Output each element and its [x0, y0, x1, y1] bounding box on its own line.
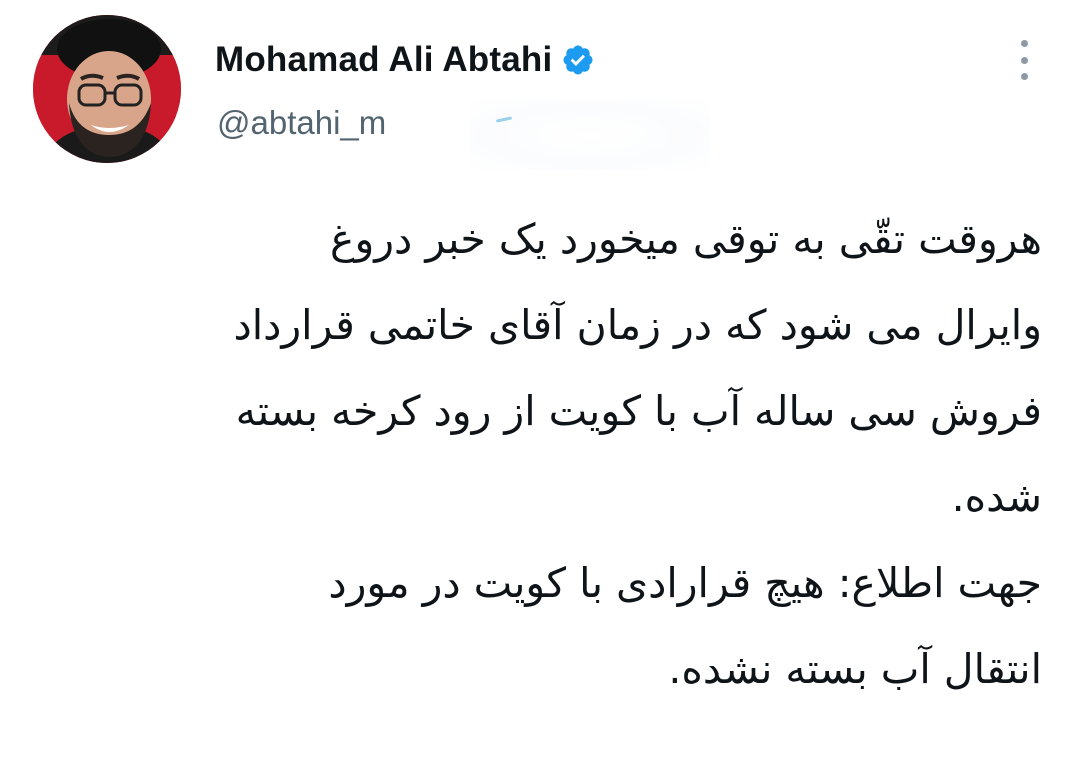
more-options-button[interactable] — [1012, 40, 1036, 80]
more-vertical-icon — [1020, 56, 1028, 64]
author-name-row: Mohamad Ali Abtahi — [215, 36, 595, 84]
tweet-text-line: فروش سی ساله آب با کویت از رود کرخه بسته — [235, 387, 1042, 435]
tweet-text-line: انتقال آب بسته نشده. — [668, 645, 1042, 693]
author-name[interactable]: Mohamad Ali Abtahi — [215, 40, 552, 80]
tweet-text: هروقت تقّی به توقی میخورد یک خبر دروغ وا… — [32, 196, 1042, 712]
author-handle[interactable]: @abtahi_m — [217, 104, 386, 142]
more-vertical-icon — [1020, 73, 1028, 80]
tweet-text-line: وایرال می شود که در زمان آقای خاتمی قرار… — [233, 301, 1042, 349]
tweet-card: Mohamad Ali Abtahi @abtahi_m هروقت تقّی … — [0, 0, 1080, 763]
avatar[interactable] — [33, 15, 181, 163]
tweet-text-line: شده. — [951, 473, 1042, 521]
avatar-photo — [33, 15, 181, 163]
redacted-area — [470, 100, 710, 170]
more-vertical-icon — [1020, 40, 1028, 47]
tweet-text-line: هروقت تقّی به توقی میخورد یک خبر دروغ — [329, 215, 1042, 263]
tweet-text-line: جهت اطلاع: هیچ قرارادی با کویت در مورد — [328, 559, 1042, 607]
verified-badge-icon — [561, 43, 595, 77]
